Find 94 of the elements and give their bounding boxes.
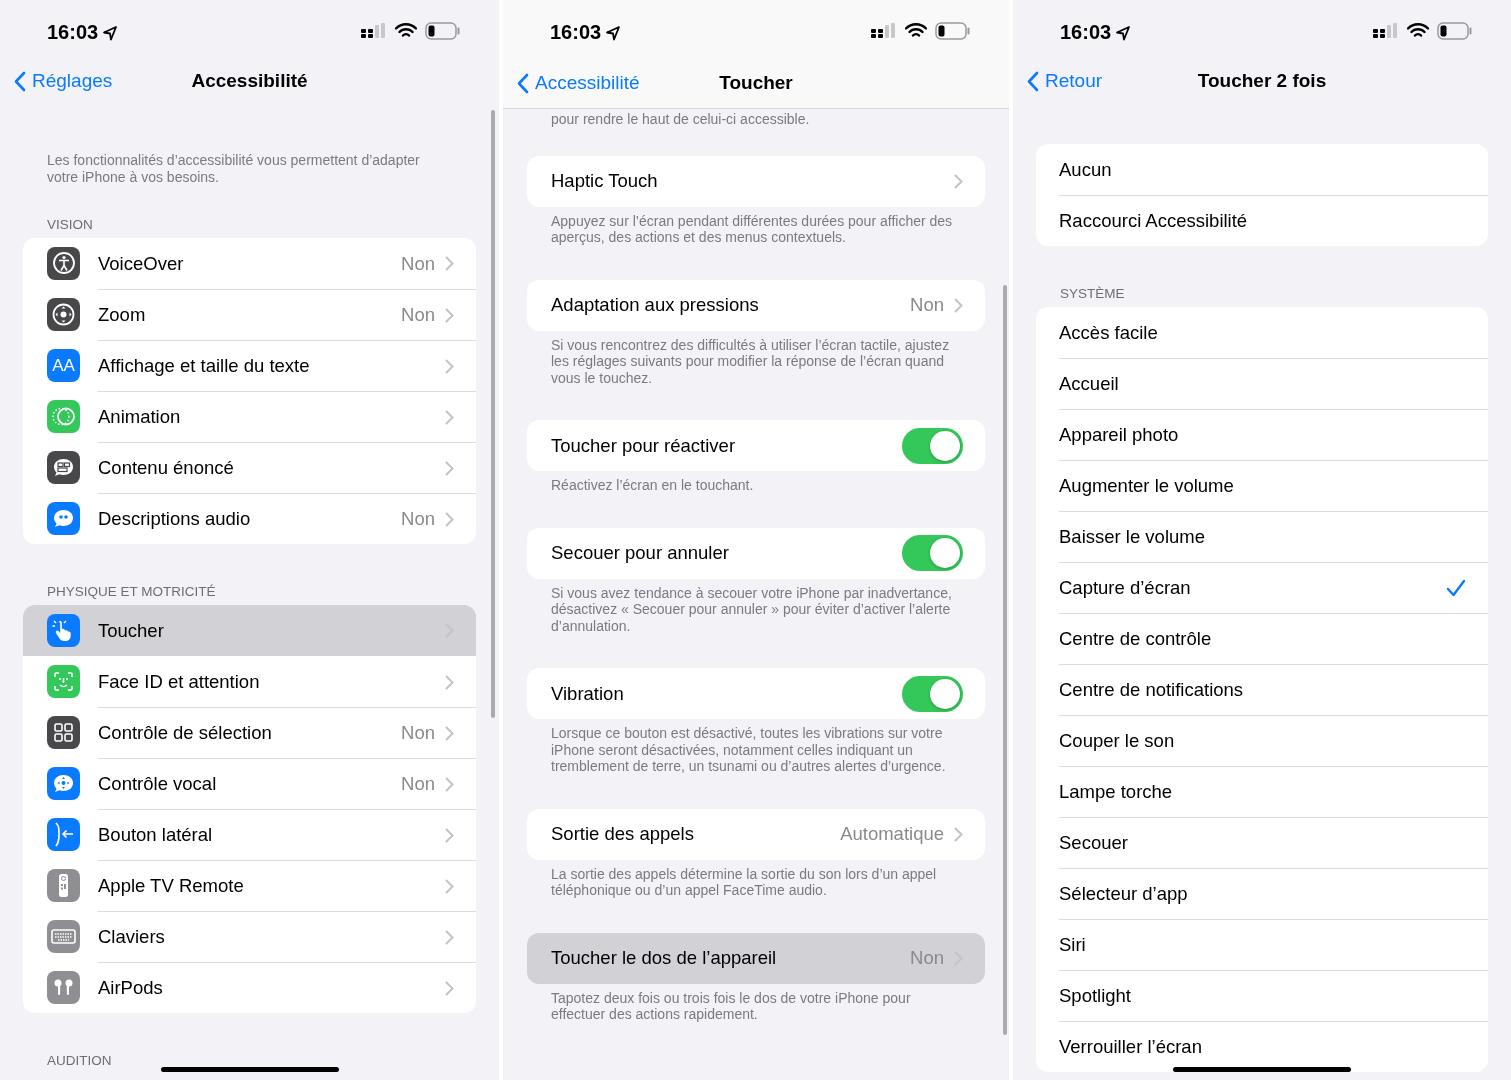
option-row[interactable]: Couper le son bbox=[1036, 715, 1488, 766]
settings-row: Vibration bbox=[527, 668, 985, 719]
location-arrow-icon bbox=[1115, 24, 1132, 41]
option-row[interactable]: Augmenter le volume bbox=[1036, 460, 1488, 511]
section-note: La sortie des appels détermine la sortie du son lors d’un appel téléphonique ou d’un appel FaceTime audio. bbox=[550, 864, 938, 899]
section-header: AUDITION bbox=[47, 1053, 112, 1068]
section-note: Tapotez deux fois ou trois fois le dos de votre iPhone pour effectuer des actions rapidement. bbox=[550, 988, 912, 1023]
option-row[interactable]: Aucun bbox=[1036, 144, 1488, 195]
screen-title: Toucher bbox=[719, 72, 793, 93]
option-row[interactable]: Accès facile bbox=[1036, 307, 1488, 358]
settings-row[interactable]: Sortie des appels Automatique bbox=[527, 808, 985, 860]
settings-row[interactable]: Haptic Touch bbox=[527, 155, 985, 207]
chevron-icon bbox=[445, 256, 454, 271]
chevron-icon bbox=[954, 297, 963, 313]
chevron-icon bbox=[445, 827, 454, 843]
location-arrow-icon bbox=[605, 24, 622, 41]
screen-title: Accessibilité bbox=[191, 70, 308, 91]
back-button[interactable]: Accessibilité bbox=[517, 72, 640, 94]
settings-row[interactable]: Zoom Non bbox=[23, 289, 476, 340]
section-header: SYSTÈME bbox=[1060, 286, 1125, 301]
chevron-icon bbox=[445, 725, 454, 741]
text-size-icon: AA bbox=[47, 349, 80, 382]
settings-row[interactable]: Bouton latéral bbox=[23, 809, 476, 860]
option-row[interactable]: Centre de contrôle bbox=[1036, 613, 1488, 664]
chevron-icon bbox=[445, 980, 454, 996]
option-row[interactable]: Spotlight bbox=[1036, 970, 1488, 1021]
settings-row[interactable]: AA Affichage et taille du texte bbox=[23, 340, 476, 391]
toggle-switch[interactable] bbox=[902, 535, 963, 571]
status-time: 16:03 bbox=[550, 21, 622, 58]
option-row[interactable]: Accueil bbox=[1036, 358, 1488, 409]
wifi-icon bbox=[905, 23, 927, 39]
section-note: Si vous rencontrez des difficultés à utiliser l’écran tactile, ajustez les réglages suivants pour modifier la réponse de l’écran quand vous le touchez. bbox=[550, 335, 951, 386]
option-row[interactable]: Baisser le volume bbox=[1036, 511, 1488, 562]
settings-row[interactable]: Contenu énoncé bbox=[23, 442, 476, 493]
back-chevron-icon bbox=[517, 72, 529, 94]
toggle-switch[interactable] bbox=[902, 675, 963, 712]
chevron-icon bbox=[954, 173, 963, 189]
battery-icon bbox=[425, 22, 461, 40]
chevron-icon bbox=[445, 460, 454, 476]
chevron-icon bbox=[445, 511, 454, 527]
back-chevron-icon bbox=[1027, 70, 1039, 92]
back-chevron-icon bbox=[14, 70, 26, 92]
status-time: 16:03 bbox=[1060, 21, 1132, 58]
section-note: Appuyez sur l’écran pendant différentes durées pour afficher des aperçus, des actions et des menus contextuels. bbox=[550, 211, 954, 246]
chevron-icon bbox=[445, 674, 454, 690]
signal-icon bbox=[1373, 23, 1399, 39]
section-note: Si vous avez tendance à secouer votre iPhone par inadvertance, désactivez « Secouer pour annuler » pour éviter d’activer l’alerte d’annulation. bbox=[550, 583, 953, 634]
chevron-icon bbox=[445, 776, 454, 792]
chevron-icon bbox=[445, 409, 454, 425]
settings-row[interactable]: Adaptation aux pressions Non bbox=[527, 279, 985, 331]
settings-row[interactable]: Toucher le dos de l’appareil Non bbox=[527, 932, 985, 984]
settings-row[interactable]: Descriptions audio Non bbox=[23, 493, 476, 544]
section-header: PHYSIQUE ET MOTRICITÉ bbox=[47, 584, 216, 599]
section-note: Réactivez l’écran en le touchant. bbox=[550, 476, 755, 494]
settings-row[interactable]: Contrôle vocal Non bbox=[23, 758, 476, 809]
chevron-icon bbox=[445, 929, 454, 945]
settings-row[interactable]: Face ID et attention bbox=[23, 656, 476, 707]
option-row[interactable]: Lampe torche bbox=[1036, 766, 1488, 817]
settings-row[interactable]: AirPods bbox=[23, 962, 476, 1013]
wifi-icon bbox=[1407, 23, 1429, 39]
option-row[interactable]: Secouer bbox=[1036, 817, 1488, 868]
settings-row[interactable]: Animation bbox=[23, 391, 476, 442]
settings-row[interactable]: VoiceOver Non bbox=[23, 238, 476, 289]
screen-title: Toucher 2 fois bbox=[1197, 70, 1327, 91]
chevron-icon bbox=[954, 826, 963, 842]
settings-row[interactable]: Claviers bbox=[23, 911, 476, 962]
status-time: 16:03 bbox=[47, 21, 119, 58]
toggle-switch[interactable] bbox=[902, 427, 963, 464]
chevron-icon bbox=[445, 878, 454, 894]
battery-icon bbox=[935, 22, 971, 40]
section-note: Lorsque ce bouton est désactivé, toutes les vibrations sur votre iPhone seront désactivées, notamment celles indiquant un tremblement de terre, un tsunami ou d’autres alertes d’urgence. bbox=[550, 724, 947, 775]
location-arrow-icon bbox=[102, 24, 119, 41]
settings-row[interactable]: Apple TV Remote bbox=[23, 860, 476, 911]
settings-row[interactable]: Contrôle de sélection Non bbox=[23, 707, 476, 758]
chevron-icon bbox=[445, 358, 454, 374]
settings-row: Toucher pour réactiver bbox=[527, 420, 985, 471]
section-note: pour rendre le haut de celui-ci accessible. bbox=[550, 110, 811, 128]
option-row[interactable]: Capture d’écran bbox=[1036, 562, 1488, 613]
back-button[interactable]: Réglages bbox=[14, 70, 113, 92]
settings-row[interactable]: Toucher bbox=[23, 605, 476, 656]
option-row[interactable]: Sélecteur d’app bbox=[1036, 868, 1488, 919]
wifi-icon bbox=[395, 23, 417, 39]
signal-icon bbox=[361, 23, 387, 39]
signal-icon bbox=[871, 23, 897, 39]
section-header: VISION bbox=[47, 217, 93, 232]
option-row[interactable]: Appareil photo bbox=[1036, 409, 1488, 460]
section-note: Les fonctionnalités d’accessibilité vous permettent d’adapter votre iPhone à vos besoins. bbox=[46, 152, 421, 187]
battery-icon bbox=[1437, 22, 1473, 40]
chevron-icon bbox=[445, 307, 454, 323]
option-row[interactable]: Raccourci Accessibilité bbox=[1036, 195, 1488, 246]
back-button[interactable]: Retour bbox=[1027, 70, 1103, 92]
option-row[interactable]: Siri bbox=[1036, 919, 1488, 970]
settings-row: Secouer pour annuler bbox=[527, 527, 985, 579]
option-row[interactable]: Centre de notifications bbox=[1036, 664, 1488, 715]
